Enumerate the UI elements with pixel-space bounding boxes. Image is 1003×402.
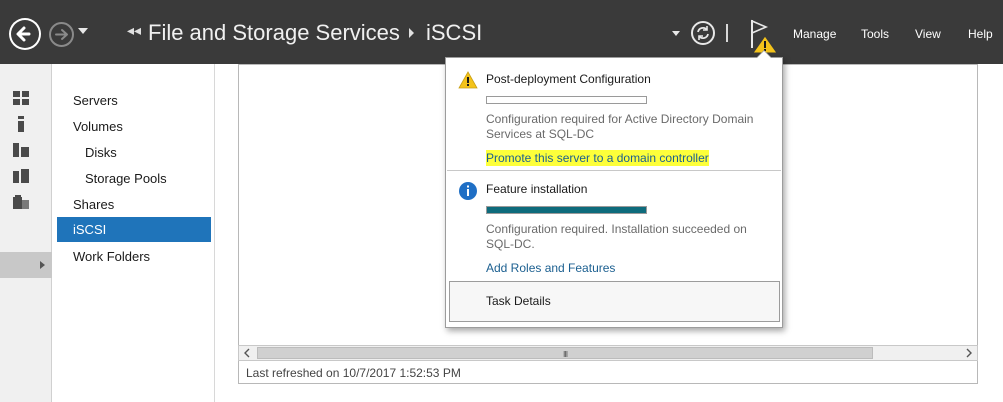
warning-icon: [458, 71, 478, 89]
server-manager-rail: [0, 64, 52, 402]
task-details-button[interactable]: Task Details: [449, 281, 780, 322]
add-roles-features-link[interactable]: Add Roles and Features: [486, 261, 615, 275]
info-icon: [459, 182, 477, 200]
breadcrumb-app-title[interactable]: File and Storage Services: [148, 20, 400, 46]
feature-installation-text: Configuration required. Installation suc…: [486, 222, 747, 251]
history-dropdown-icon[interactable]: [78, 28, 88, 34]
forward-arrow-icon: [55, 29, 68, 40]
feature-installation-progress-fill: [487, 207, 646, 213]
menu-help[interactable]: Help: [968, 27, 993, 41]
scrollbar-grip: III: [563, 350, 568, 359]
roles-icon[interactable]: [12, 168, 30, 184]
post-deployment-text: Configuration required for Active Direct…: [486, 112, 754, 141]
refresh-icon: [697, 26, 709, 40]
scrollbar-thumb[interactable]: III: [257, 347, 873, 359]
file-storage-icon[interactable]: [12, 194, 30, 210]
notifications-flag-button[interactable]: [748, 18, 778, 54]
forward-button[interactable]: [49, 22, 74, 47]
post-deployment-title: Post-deployment Configuration: [486, 72, 651, 86]
notification-flag-icon: [751, 19, 778, 54]
feature-installation-progress: [486, 206, 647, 214]
page-title: iSCSI: [426, 20, 483, 45]
back-button[interactable]: [9, 18, 41, 50]
expand-arrow-icon[interactable]: [40, 261, 45, 269]
nav-item-servers[interactable]: Servers: [57, 88, 211, 113]
local-server-icon[interactable]: [12, 116, 30, 132]
popup-divider: [447, 170, 781, 171]
refresh-button[interactable]: [691, 21, 715, 45]
scroll-right-icon[interactable]: [961, 346, 977, 360]
menu-view[interactable]: View: [915, 27, 941, 41]
popup-caret: [756, 50, 772, 58]
header-divider: [726, 24, 728, 42]
header-bar: ◂◂ File and Storage Services iSCSI Manag…: [0, 0, 1003, 64]
nav-item-shares[interactable]: Shares: [57, 192, 211, 217]
nav-item-disks[interactable]: Disks: [57, 140, 211, 165]
promote-domain-controller-link[interactable]: Promote this server to a domain controll…: [486, 150, 709, 166]
all-servers-icon[interactable]: [12, 142, 30, 158]
nav-item-storage-pools[interactable]: Storage Pools: [57, 166, 211, 191]
last-refreshed-status: Last refreshed on 10/7/2017 1:52:53 PM: [246, 366, 461, 380]
post-deployment-progress: [486, 96, 647, 104]
feature-installation-title: Feature installation: [486, 182, 588, 196]
nav-pane: Servers Volumes Disks Storage Pools Shar…: [53, 64, 215, 402]
menu-manage[interactable]: Manage: [793, 27, 836, 41]
breadcrumb-separator-icon: [409, 28, 414, 38]
scroll-left-icon[interactable]: [239, 346, 255, 360]
breadcrumb-arrows[interactable]: ◂◂: [127, 23, 141, 39]
nav-item-work-folders[interactable]: Work Folders: [57, 244, 211, 269]
breadcrumb-dropdown-icon[interactable]: [672, 31, 680, 36]
nav-item-volumes[interactable]: Volumes: [57, 114, 211, 139]
menu-tools[interactable]: Tools: [861, 27, 889, 41]
nav-item-iscsi[interactable]: iSCSI: [57, 217, 211, 242]
back-arrow-icon: [16, 26, 31, 42]
dashboard-icon[interactable]: [12, 90, 30, 106]
horizontal-scrollbar[interactable]: III: [238, 345, 978, 361]
notifications-popup: Post-deployment Configuration Configurat…: [445, 50, 783, 328]
